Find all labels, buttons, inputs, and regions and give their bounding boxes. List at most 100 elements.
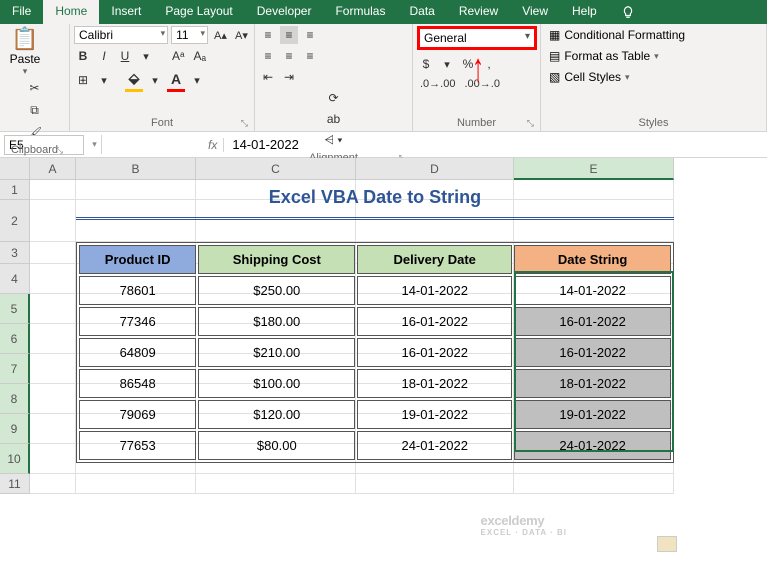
subscript-button[interactable]: Aₐ <box>190 47 208 65</box>
cell[interactable]: $100.00 <box>198 369 355 398</box>
cell[interactable]: 14-01-2022 <box>514 276 671 305</box>
align-bottom-button[interactable]: ≡ <box>301 26 319 44</box>
cell[interactable] <box>30 200 76 242</box>
cell[interactable]: $210.00 <box>198 338 355 367</box>
cell[interactable]: 14-01-2022 <box>357 276 512 305</box>
tab-formulas[interactable]: Formulas <box>323 0 397 24</box>
cell[interactable] <box>76 474 196 494</box>
dialog-launcher-icon[interactable]: ⤡ <box>241 118 248 129</box>
row-header[interactable]: 4 <box>0 264 30 294</box>
cell[interactable] <box>30 414 76 444</box>
cell[interactable]: 78601 <box>79 276 196 305</box>
underline-button[interactable]: U <box>116 47 134 65</box>
cell[interactable] <box>356 474 514 494</box>
cell[interactable] <box>30 294 76 324</box>
row-header[interactable]: 5 <box>0 294 30 324</box>
cell[interactable]: 79069 <box>79 400 196 429</box>
comma-button[interactable]: , <box>480 55 498 73</box>
cell[interactable]: 19-01-2022 <box>514 400 671 429</box>
col-header[interactable]: A <box>30 158 76 180</box>
cell[interactable]: $180.00 <box>198 307 355 336</box>
cell[interactable]: 16-01-2022 <box>357 338 512 367</box>
align-top-button[interactable]: ≡ <box>259 26 277 44</box>
paste-button[interactable]: 📋 Paste ▾ <box>4 26 46 77</box>
table-header[interactable]: Delivery Date <box>357 245 512 274</box>
tab-file[interactable]: File <box>0 0 43 24</box>
table-header[interactable]: Date String <box>514 245 671 274</box>
paste-options-icon[interactable] <box>657 536 677 552</box>
row-header[interactable]: 3 <box>0 242 30 264</box>
select-all-corner[interactable] <box>0 158 30 180</box>
cell-styles-button[interactable]: ▧ Cell Styles ▾ <box>545 68 762 86</box>
cell[interactable]: 77653 <box>79 431 196 460</box>
cell[interactable]: $80.00 <box>198 431 355 460</box>
cell[interactable]: 24-01-2022 <box>514 431 671 460</box>
row-header[interactable]: 6 <box>0 324 30 354</box>
row-header[interactable]: 8 <box>0 384 30 414</box>
dialog-launcher-icon[interactable]: ⤡ <box>527 118 534 129</box>
row-header[interactable]: 11 <box>0 474 30 494</box>
decrease-decimal-button[interactable]: .00→.0 <box>461 76 502 92</box>
row-header[interactable]: 10 <box>0 444 30 474</box>
fill-color-button[interactable]: ⬙ <box>125 68 143 92</box>
cell[interactable]: 16-01-2022 <box>514 338 671 367</box>
namebox-dropdown[interactable]: ▾ <box>88 135 102 154</box>
cell[interactable] <box>30 474 76 494</box>
cell[interactable] <box>30 264 76 294</box>
cell[interactable] <box>30 384 76 414</box>
dialog-launcher-icon[interactable]: ⤡ <box>56 145 63 156</box>
borders-button[interactable]: ⊞ <box>74 71 92 89</box>
font-name-combo[interactable]: Calibri <box>74 26 168 44</box>
col-header[interactable]: E <box>514 158 674 180</box>
copy-button[interactable]: ⧉ <box>4 101 65 120</box>
grow-font-button[interactable]: A▴ <box>211 27 229 44</box>
table-header[interactable]: Shipping Cost <box>198 245 355 274</box>
superscript-button[interactable]: Aᵃ <box>169 47 187 65</box>
shrink-font-button[interactable]: A▾ <box>232 27 250 44</box>
tab-review[interactable]: Review <box>447 0 510 24</box>
cell[interactable] <box>30 444 76 474</box>
cell[interactable] <box>30 324 76 354</box>
cell[interactable]: 16-01-2022 <box>514 307 671 336</box>
cell[interactable]: 18-01-2022 <box>514 369 671 398</box>
align-right-button[interactable]: ≡ <box>301 47 319 65</box>
cell[interactable] <box>30 354 76 384</box>
tab-insert[interactable]: Insert <box>99 0 153 24</box>
wrap-text-button[interactable]: ab <box>259 110 408 128</box>
cell[interactable]: $250.00 <box>198 276 355 305</box>
tab-home[interactable]: Home <box>43 0 99 24</box>
col-header[interactable]: D <box>356 158 514 180</box>
cell[interactable]: 16-01-2022 <box>357 307 512 336</box>
cell[interactable] <box>30 180 76 200</box>
conditional-formatting-button[interactable]: ▦ Conditional Formatting <box>545 26 762 44</box>
cell[interactable]: 77346 <box>79 307 196 336</box>
align-center-button[interactable]: ≡ <box>280 47 298 65</box>
col-header[interactable]: B <box>76 158 196 180</box>
cell[interactable]: $120.00 <box>198 400 355 429</box>
row-header[interactable]: 7 <box>0 354 30 384</box>
percent-button[interactable]: % <box>459 55 477 73</box>
increase-indent-button[interactable]: ⇥ <box>280 68 298 86</box>
align-left-button[interactable]: ≡ <box>259 47 277 65</box>
col-header[interactable]: C <box>196 158 356 180</box>
cell[interactable] <box>514 474 674 494</box>
cell[interactable]: 19-01-2022 <box>357 400 512 429</box>
align-middle-button[interactable]: ≡ <box>280 26 298 44</box>
italic-button[interactable]: I <box>95 47 113 65</box>
decrease-indent-button[interactable]: ⇤ <box>259 68 277 86</box>
tab-help[interactable]: Help <box>560 0 609 24</box>
bold-button[interactable]: B <box>74 47 92 65</box>
number-format-combo[interactable]: General ▾ <box>417 26 537 50</box>
cut-button[interactable]: ✂ <box>4 79 65 97</box>
tell-me-icon[interactable] <box>613 0 643 24</box>
font-size-combo[interactable]: 11 <box>171 26 208 44</box>
font-color-button[interactable]: A <box>167 69 185 92</box>
tab-data[interactable]: Data <box>397 0 446 24</box>
format-as-table-button[interactable]: ▤ Format as Table ▾ <box>545 47 762 65</box>
row-header[interactable]: 9 <box>0 414 30 444</box>
cell[interactable]: 18-01-2022 <box>357 369 512 398</box>
fx-icon[interactable]: fx <box>202 138 224 152</box>
tab-page-layout[interactable]: Page Layout <box>153 0 244 24</box>
row-header[interactable]: 1 <box>0 180 30 200</box>
cell[interactable] <box>196 474 356 494</box>
